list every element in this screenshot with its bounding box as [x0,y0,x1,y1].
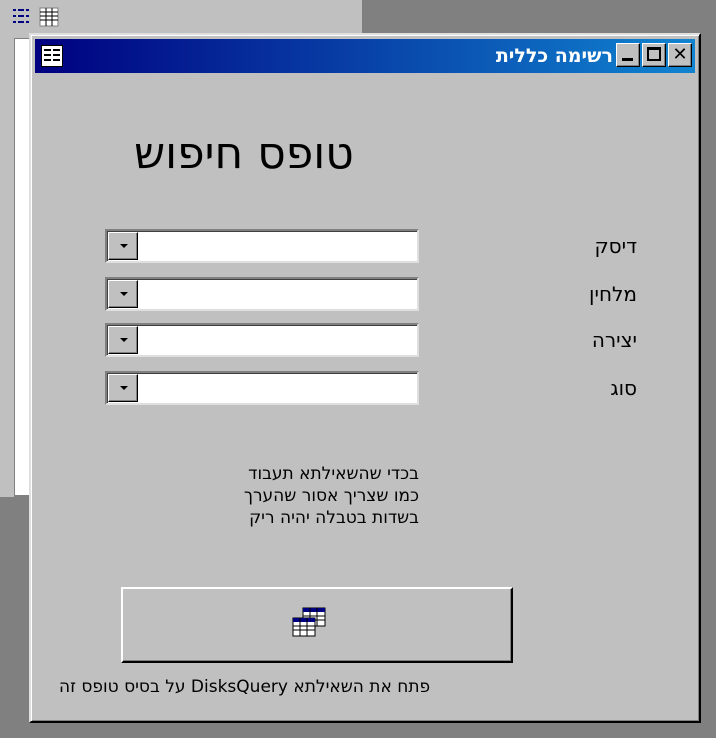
composer-label: מלחין [589,282,637,306]
composer-input[interactable] [141,281,413,307]
maximize-button[interactable] [642,43,666,67]
list-view-icon[interactable] [12,6,34,28]
form-body: טופס חיפוש דיסק מלחין יצירה סוג בכדי שהש… [39,77,687,705]
note-line: בשדות בטבלה יהיה ריק [249,508,419,528]
chevron-down-icon [120,338,128,342]
open-query-caption: פתח את השאילתא DisksQuery על בסיס טופס ז… [59,677,431,697]
composer-dropdown-button[interactable] [108,280,138,308]
disk-dropdown-button[interactable] [108,232,138,260]
close-button[interactable]: ✕ [668,43,692,67]
type-combobox[interactable] [105,371,419,405]
search-form-window[interactable]: רשימה כללית ✕ טופס חיפוש דיסק מלחין יציר… [29,33,701,723]
datasheet-table-icon [292,607,326,637]
form-glyph-icon [44,49,60,61]
disk-combobox[interactable] [105,229,419,263]
work-label: יצירה [591,328,637,352]
minimize-button[interactable] [616,43,640,67]
close-icon: ✕ [672,44,688,65]
form-heading: טופס חיפוש [134,128,354,179]
chevron-down-icon [120,244,128,248]
chevron-down-icon [120,386,128,390]
form-icon[interactable] [41,45,63,67]
instruction-note: בכדי שהשאילתא תעבוד כמו שצריך אסור שהערך… [169,463,419,529]
background-window-left-panel [0,38,15,497]
type-input[interactable] [141,375,413,401]
note-line: בכדי שהשאילתא תעבוד [248,464,419,484]
chevron-down-icon [120,292,128,296]
open-query-button[interactable] [121,587,513,663]
title-bar[interactable]: רשימה כללית ✕ [35,39,695,73]
work-input[interactable] [141,327,413,353]
composer-combobox[interactable] [105,277,419,311]
field-row-composer: מלחין [39,277,687,311]
type-label: סוג [610,376,637,400]
minimize-icon [622,58,633,61]
details-view-icon[interactable] [38,6,60,28]
field-row-work: יצירה [39,323,687,357]
note-line: כמו שצריך אסור שהערך [243,486,419,506]
work-combobox[interactable] [105,323,419,357]
disk-label: דיסק [594,234,637,258]
window-title: רשימה כללית [495,45,613,67]
field-row-type: סוג [39,371,687,405]
disk-input[interactable] [141,233,413,259]
work-dropdown-button[interactable] [108,326,138,354]
maximize-icon [647,47,661,61]
type-dropdown-button[interactable] [108,374,138,402]
field-row-disk: דיסק [39,229,687,263]
